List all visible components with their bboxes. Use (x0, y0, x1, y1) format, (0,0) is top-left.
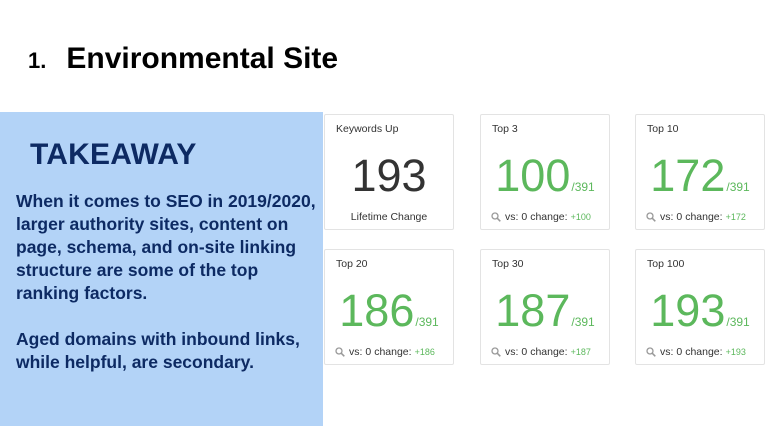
keywords-up-value: 193 (351, 150, 427, 201)
top10-total: /391 (726, 180, 750, 194)
top20-value: 186 (339, 285, 415, 336)
top100-value: 193 (650, 285, 726, 336)
change-label: change: (530, 211, 568, 223)
top3-total: /391 (571, 180, 595, 194)
top3-card: Top 3 100 /391 vs: 0 change: +100 (480, 114, 610, 230)
card-label: Top 20 (336, 258, 368, 270)
card-label: Top 30 (492, 258, 524, 270)
card-footer: vs: 0 change: +100 (491, 211, 591, 223)
page-title: Environmental Site (66, 42, 339, 75)
top10-value: 172 (650, 150, 726, 201)
top100-total: /391 (726, 315, 750, 329)
card-footer: vs: 0 change: +186 (335, 346, 435, 358)
change-value: +172 (725, 212, 746, 222)
takeaway-body: When it comes to SEO in 2019/2020, large… (16, 190, 316, 374)
change-label: change: (530, 346, 568, 358)
vs-label: vs: 0 (505, 346, 528, 358)
card-footer: vs: 0 change: +193 (646, 346, 746, 358)
change-value: +193 (725, 347, 746, 357)
change-value: +100 (570, 212, 591, 222)
change-label: change: (685, 211, 723, 223)
change-value: +187 (570, 347, 591, 357)
top100-card: Top 100 193 /391 vs: 0 change: +193 (635, 249, 765, 365)
card-label: Keywords Up (336, 123, 399, 135)
lifetime-change-label: Lifetime Change (350, 211, 428, 223)
search-icon[interactable] (646, 212, 656, 222)
change-value: +186 (414, 347, 435, 357)
top20-total: /391 (415, 315, 439, 329)
top30-total: /391 (571, 315, 595, 329)
vs-label: vs: 0 (660, 211, 683, 223)
top10-card: Top 10 172 /391 vs: 0 change: +172 (635, 114, 765, 230)
top20-card: Top 20 186 /391 vs: 0 change: +186 (324, 249, 454, 365)
keywords-up-card: Keywords Up 193 Lifetime Change (324, 114, 454, 230)
change-label: change: (374, 346, 412, 358)
card-label: Top 10 (647, 123, 679, 135)
change-label: change: (685, 346, 723, 358)
slide-number: 1. (28, 48, 47, 73)
slide-title: 1. Environmental Site (28, 42, 338, 82)
takeaway-panel: TAKEAWAY When it comes to SEO in 2019/20… (0, 112, 323, 426)
card-footer: vs: 0 change: +187 (491, 346, 591, 358)
search-icon[interactable] (646, 347, 656, 357)
card-footer: vs: 0 change: +172 (646, 211, 746, 223)
card-label: Top 3 (492, 123, 518, 135)
card-footer: Lifetime Change (325, 211, 453, 223)
search-icon[interactable] (491, 347, 501, 357)
takeaway-paragraph-1: When it comes to SEO in 2019/2020, large… (16, 191, 316, 303)
top3-value: 100 (495, 150, 571, 201)
vs-label: vs: 0 (349, 346, 372, 358)
takeaway-paragraph-2: Aged domains with inbound links, while h… (16, 329, 300, 372)
top30-value: 187 (495, 285, 571, 336)
search-icon[interactable] (491, 212, 501, 222)
vs-label: vs: 0 (505, 211, 528, 223)
vs-label: vs: 0 (660, 346, 683, 358)
card-label: Top 100 (647, 258, 685, 270)
search-icon[interactable] (335, 347, 345, 357)
top30-card: Top 30 187 /391 vs: 0 change: +187 (480, 249, 610, 365)
takeaway-heading: TAKEAWAY (30, 138, 197, 171)
